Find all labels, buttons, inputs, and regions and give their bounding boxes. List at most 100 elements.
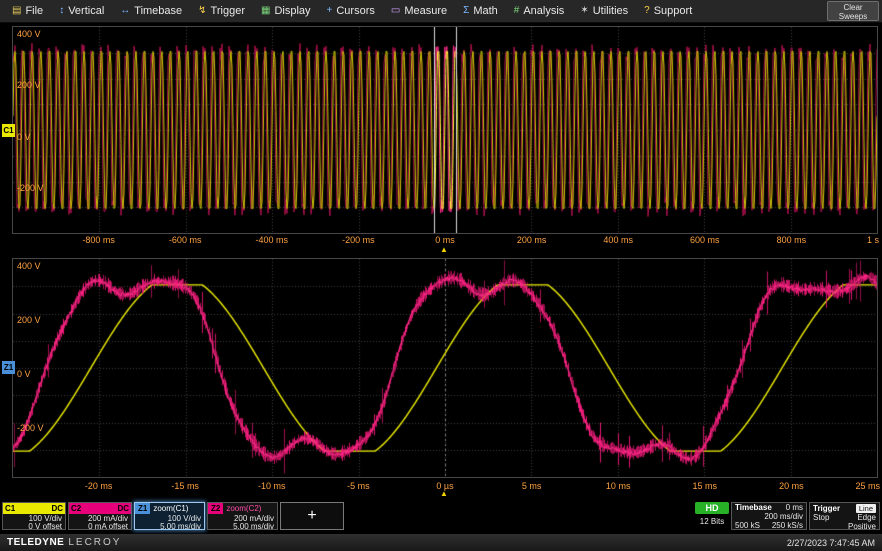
analysis-icon: #: [514, 6, 520, 16]
brand-logo: TELEDYNE LECROY: [7, 537, 121, 548]
c1-descriptor[interactable]: C1 DC 100 V/div 0 V offset: [2, 502, 66, 530]
menu-support[interactable]: ? Support: [636, 0, 700, 22]
trigger-slope: Positive: [848, 523, 876, 531]
trigger-title: Trigger: [813, 505, 840, 513]
menu-math-label: Math: [473, 5, 497, 17]
x-tick-label: 10 ms: [606, 481, 631, 491]
trigger-source-badge: Line: [856, 504, 876, 513]
menu-display[interactable]: ▦ Display: [253, 0, 319, 22]
menu-cursors[interactable]: + Cursors: [319, 0, 383, 22]
c1-coupling-badge: DC: [51, 504, 63, 513]
clear-sweeps-button[interactable]: Clear Sweeps: [827, 1, 879, 21]
x-tick-label: -5 ms: [347, 481, 370, 491]
x-tick-label: 20 ms: [779, 481, 804, 491]
main-graticule: 400 V 200 V 0 V -200 V C1: [12, 26, 878, 234]
menu-trigger[interactable]: ↯ Trigger: [190, 0, 253, 22]
c2-descriptor[interactable]: C2 DC 200 mA/div 0 mA offset: [68, 502, 132, 530]
adc-bits-label: 12 Bits: [695, 517, 729, 526]
x-tick-label: 15 ms: [693, 481, 718, 491]
menu-math[interactable]: Σ Math: [455, 0, 506, 22]
menu-vertical[interactable]: ↕ Vertical: [51, 0, 112, 22]
x-tick-label: -400 ms: [256, 235, 289, 245]
hd-mode-indicator[interactable]: HD 12 Bits: [695, 502, 729, 530]
datetime-display: 2/27/2023 7:47:45 AM: [787, 538, 875, 548]
z2-descriptor[interactable]: Z2 zoom(C2) 200 mA/div 5.00 ms/div: [207, 502, 278, 530]
menu-timebase-label: Timebase: [134, 5, 182, 17]
menu-support-label: Support: [654, 5, 693, 17]
timebase-samples: 500 kS: [735, 522, 760, 530]
trigger-summary[interactable]: Trigger Line Stop Edge Positive: [809, 502, 880, 530]
z1-source: zoom(C1): [153, 504, 188, 513]
trigger-time-marker-zoom[interactable]: ▲: [440, 490, 448, 498]
brand-teledyne: TELEDYNE: [7, 537, 64, 548]
c2-vscale: 200 mA/div: [69, 515, 131, 522]
timebase-summary[interactable]: Timebase 0 ms 200 ms/div 500 kS 250 kS/s: [731, 502, 807, 530]
display-icon: ▦: [261, 6, 270, 16]
vertical-icon: ↕: [59, 6, 64, 16]
menu-file-label: File: [25, 5, 43, 17]
timebase-icon: ↔: [120, 6, 130, 16]
z1-hscale: 5.00 ms/div: [135, 523, 204, 530]
descriptor-bar: C1 DC 100 V/div 0 V offset C2 DC 200 mA/…: [0, 502, 882, 532]
menu-file[interactable]: ▤ File: [4, 0, 51, 22]
timebase-scale: 200 ms/div: [764, 513, 803, 521]
x-tick-label: -200 ms: [342, 235, 375, 245]
trigger-mode: Stop: [813, 514, 829, 522]
z2-trace-id: Z2: [208, 503, 223, 514]
c2-channel-id: C2: [71, 504, 81, 513]
x-tick-label: 200 ms: [517, 235, 547, 245]
math-icon: Σ: [463, 6, 469, 16]
c2-offset: 0 mA offset: [69, 523, 131, 530]
plus-icon: +: [307, 507, 316, 525]
channel-marker-c1[interactable]: C1: [2, 124, 15, 137]
x-tick-label: -600 ms: [169, 235, 202, 245]
x-tick-label: 400 ms: [603, 235, 633, 245]
trigger-icon: ↯: [198, 6, 206, 16]
menu-utilities[interactable]: ✶ Utilities: [572, 0, 636, 22]
zoom-waveform-display[interactable]: [13, 259, 877, 477]
channel-marker-z1[interactable]: Z1: [2, 361, 15, 374]
x-tick-label: -800 ms: [82, 235, 115, 245]
trigger-time-marker-main[interactable]: ▲: [440, 246, 448, 254]
x-tick-label: 0 ms: [435, 235, 455, 245]
c1-offset: 0 V offset: [3, 523, 65, 530]
timebase-offset: 0 ms: [786, 504, 803, 512]
x-tick-label: -15 ms: [171, 481, 199, 491]
x-tick-label: -10 ms: [258, 481, 286, 491]
cursors-icon: +: [327, 6, 333, 16]
timebase-title: Timebase: [735, 504, 772, 512]
menu-analysis-label: Analysis: [523, 5, 564, 17]
z1-vscale: 100 V/div: [135, 515, 204, 522]
hd-badge: HD: [695, 502, 729, 514]
menu-timebase[interactable]: ↔ Timebase: [112, 0, 190, 22]
menu-measure[interactable]: ▭ Measure: [383, 0, 455, 22]
menu-cursors-label: Cursors: [336, 5, 375, 17]
c1-vscale: 100 V/div: [3, 515, 65, 522]
c2-coupling-badge: DC: [117, 504, 129, 513]
add-trace-button[interactable]: +: [280, 502, 344, 530]
x-tick-label: 5 ms: [522, 481, 542, 491]
x-tick-label: 25 ms: [855, 481, 880, 491]
utilities-icon: ✶: [580, 6, 588, 16]
z1-descriptor[interactable]: Z1 zoom(C1) 100 V/div 5.00 ms/div: [134, 502, 205, 530]
main-waveform-display[interactable]: [13, 27, 877, 233]
support-icon: ?: [644, 6, 650, 16]
menu-trigger-label: Trigger: [211, 5, 245, 17]
brand-lecroy: LECROY: [68, 537, 121, 548]
measure-icon: ▭: [391, 6, 400, 16]
x-tick-label: 600 ms: [690, 235, 720, 245]
status-bar: TELEDYNE LECROY 2/27/2023 7:47:45 AM: [0, 534, 882, 551]
x-tick-label: 1 s: [867, 235, 879, 245]
menu-bar: ▤ File ↕ Vertical ↔ Timebase ↯ Trigger ▦…: [0, 0, 882, 23]
z2-vscale: 200 mA/div: [208, 515, 277, 522]
clear-sweeps-label-1: Clear: [828, 3, 878, 12]
menu-analysis[interactable]: # Analysis: [506, 0, 573, 22]
x-tick-label: 800 ms: [777, 235, 807, 245]
z2-hscale: 5.00 ms/div: [208, 523, 277, 530]
menu-utilities-label: Utilities: [593, 5, 628, 17]
z2-source: zoom(C2): [226, 504, 261, 513]
clear-sweeps-label-2: Sweeps: [828, 12, 878, 21]
c1-channel-id: C1: [5, 504, 15, 513]
z1-trace-id: Z1: [135, 503, 150, 514]
file-icon: ▤: [12, 6, 21, 16]
